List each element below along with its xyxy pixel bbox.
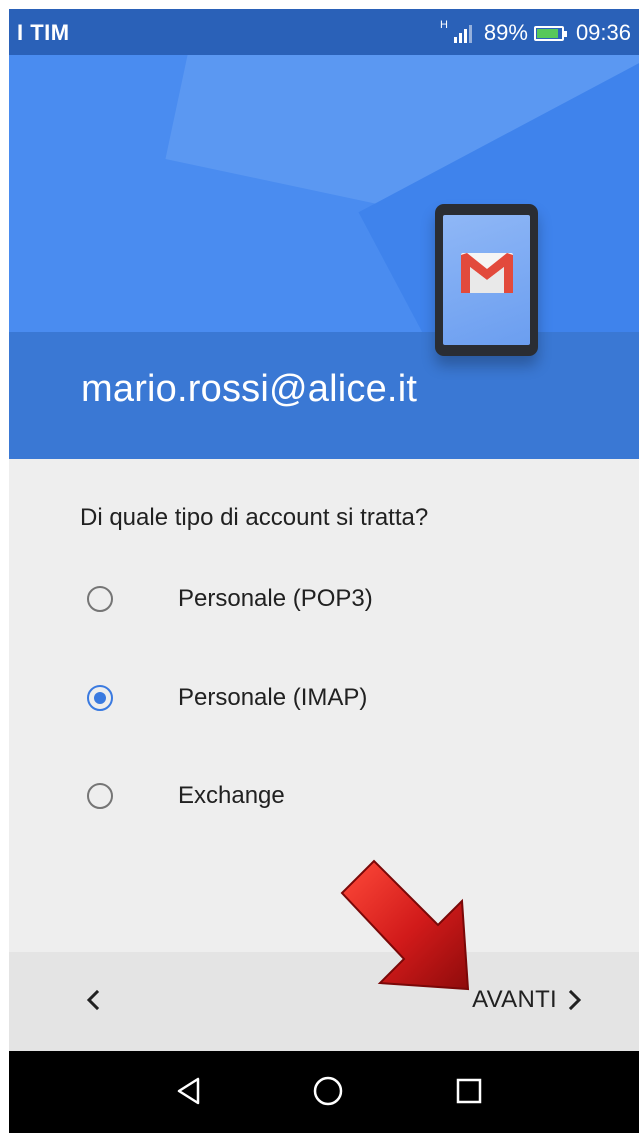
option-exchange[interactable]: Exchange [87,771,487,821]
status-indicators: H 89% 09:36 [439,19,631,46]
account-type-question: Di quale tipo di account si tratta? [80,504,429,531]
signal-icon [453,23,472,43]
wizard-nav-bar: AVANTI [9,952,639,1051]
option-imap[interactable]: Personale (IMAP) [87,673,487,723]
status-bar: I TIM H 89% 09:36 [9,9,639,55]
option-label: Personale (POP3) [178,585,373,612]
red-arrow-icon [340,859,470,991]
carrier-name: I TIM [17,20,70,45]
gmail-phone-icon [435,204,538,356]
next-label: AVANTI [472,986,557,1013]
network-type: H [439,19,448,31]
chevron-left-icon [86,989,100,1011]
option-pop3[interactable]: Personale (POP3) [87,574,487,624]
option-label: Exchange [178,782,285,809]
account-email: mario.rossi@alice.it [81,368,418,410]
square-recents-icon[interactable] [449,1071,489,1111]
battery-icon [533,25,567,41]
battery-percent: 89% [483,20,528,45]
clock: 09:36 [575,20,631,45]
option-label: Personale (IMAP) [178,684,368,711]
circle-home-icon[interactable] [308,1071,348,1111]
radio-button[interactable] [87,685,113,711]
radio-button[interactable] [87,783,113,809]
gmail-icon [461,253,513,293]
chevron-right-icon [568,989,582,1011]
radio-button[interactable] [87,586,113,612]
account-header: mario.rossi@alice.it [9,55,639,459]
next-button[interactable]: AVANTI [472,982,583,1018]
system-nav-bar [9,1051,639,1133]
screen: I TIM H 89% 09:36 mario.rossi@alice.it D… [9,9,639,1133]
triangle-back-icon[interactable] [169,1071,209,1111]
back-button[interactable] [75,982,111,1018]
